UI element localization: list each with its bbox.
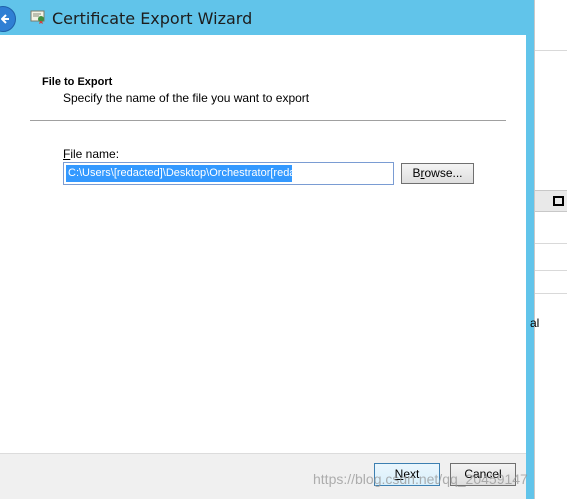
header-divider — [30, 120, 506, 121]
back-button[interactable] — [0, 6, 16, 32]
browse-button[interactable]: Browse... — [401, 163, 474, 184]
wizard-window: Certificate Export Wizard File to Export… — [0, 0, 534, 499]
background-divider — [535, 270, 567, 271]
browse-label-pre: B — [412, 166, 421, 180]
file-name-label-text: ile name: — [70, 147, 120, 161]
page-heading: File to Export — [42, 76, 113, 88]
background-divider — [535, 243, 567, 244]
background-divider — [535, 293, 567, 294]
wizard-content: File to Export Specify the name of the f… — [0, 35, 526, 453]
background-window — [534, 0, 567, 499]
file-name-value: C:\Users\[redacted]\Desktop\Orchestrator… — [66, 165, 292, 182]
background-partial-text: al — [530, 316, 540, 330]
background-divider — [535, 50, 567, 51]
page-subheading: Specify the name of the file you want to… — [63, 91, 310, 105]
title-bar: Certificate Export Wizard — [0, 0, 534, 35]
file-name-input[interactable]: C:\Users\[redacted]\Desktop\Orchestrator… — [63, 162, 394, 185]
certificate-icon — [30, 10, 45, 24]
watermark: https://blog.csdn.net/qq_20459147 — [313, 471, 528, 487]
file-name-label: File name: — [63, 147, 119, 161]
background-toolbar — [535, 190, 567, 212]
browse-label-post: owse... — [424, 166, 463, 180]
window-title: Certificate Export Wizard — [52, 9, 253, 28]
back-arrow-icon — [1, 14, 9, 24]
maximize-icon[interactable] — [553, 196, 564, 206]
